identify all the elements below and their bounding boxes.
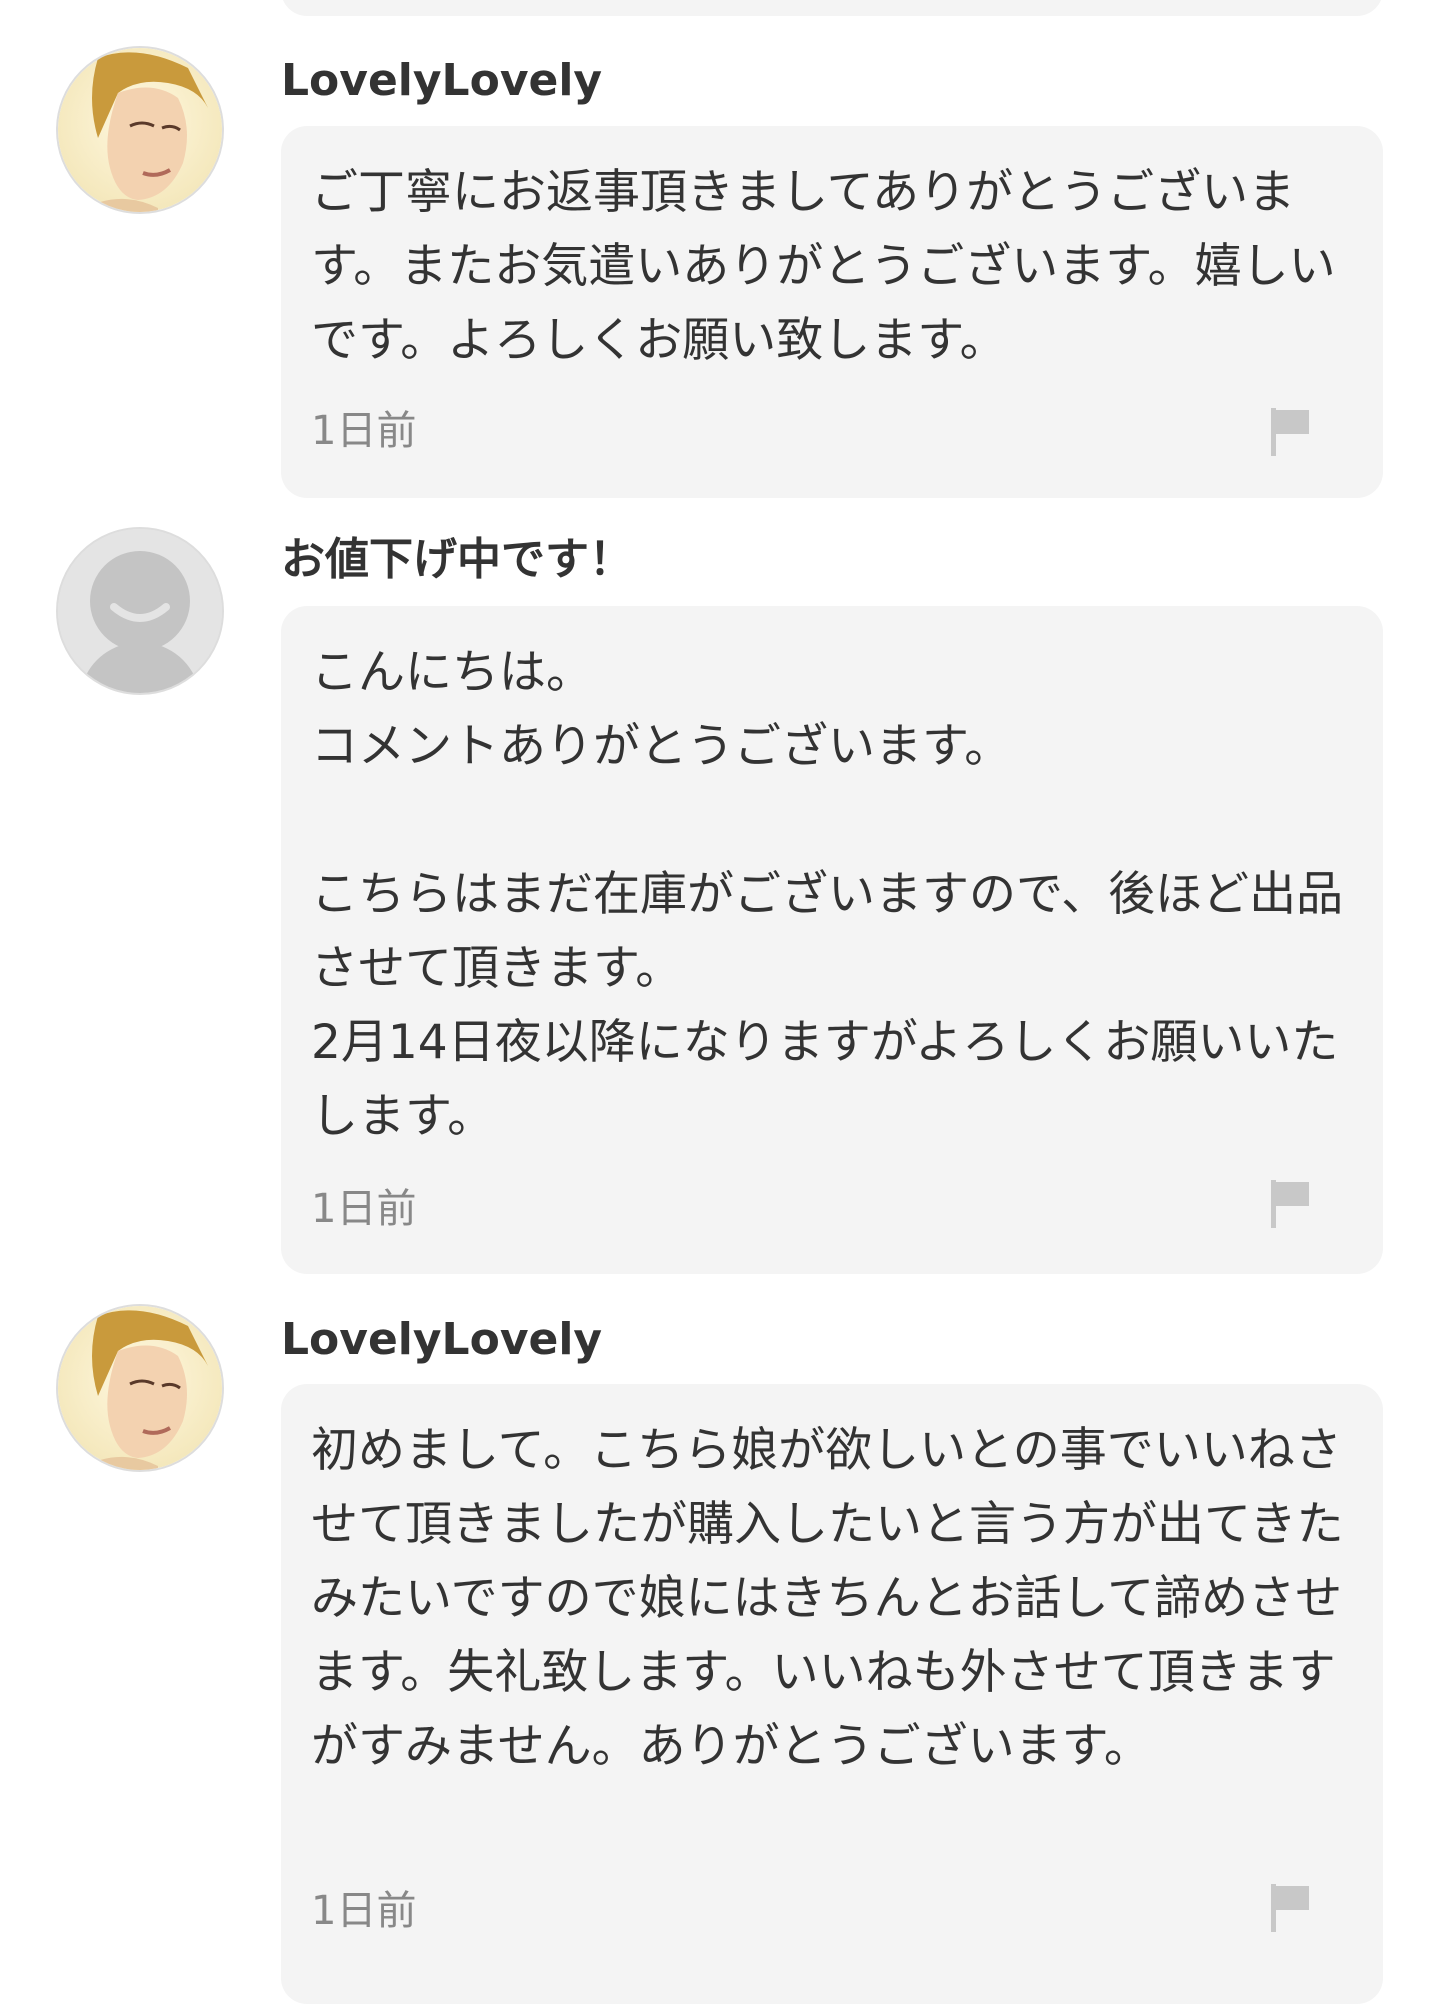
- flag-icon[interactable]: [1269, 406, 1313, 458]
- comment-bubble: こんにちは。 コメントありがとうございます。 こちらはまだ在庫がございますので、…: [281, 606, 1383, 1274]
- user-photo-avatar[interactable]: [56, 46, 224, 214]
- comment-username[interactable]: LovelyLovely: [281, 51, 602, 111]
- comment-bubble: ご丁寧にお返事頂きましてありがとうございます。またお気遣いありがとうございます。…: [281, 126, 1383, 498]
- comment-username[interactable]: LovelyLovely: [281, 1310, 602, 1370]
- previous-comment-bubble: [281, 0, 1383, 16]
- comment-time: 1日前: [311, 1186, 417, 1232]
- comment-bubble: 初めまして。こちら娘が欲しいとの事でいいねさせて頂きましたが購入したいと言う方が…: [281, 1384, 1383, 2004]
- comment-message: こんにちは。 コメントありがとうございます。 こちらはまだ在庫がございますので、…: [311, 645, 1344, 1144]
- comment-time: 1日前: [311, 408, 417, 454]
- flag-icon[interactable]: [1269, 1882, 1313, 1934]
- comment-time: 1日前: [311, 1888, 417, 1934]
- default-user-avatar[interactable]: [56, 527, 224, 695]
- user-photo-avatar[interactable]: [56, 1304, 224, 1472]
- comment-username[interactable]: お値下げ中です！: [281, 530, 633, 590]
- comment-message: ご丁寧にお返事頂きましてありがとうございます。またお気遣いありがとうございます。…: [311, 165, 1336, 368]
- comment-message: 初めまして。こちら娘が欲しいとの事でいいねさせて頂きましたが購入したいと言う方が…: [311, 1423, 1344, 1774]
- flag-icon[interactable]: [1269, 1178, 1313, 1230]
